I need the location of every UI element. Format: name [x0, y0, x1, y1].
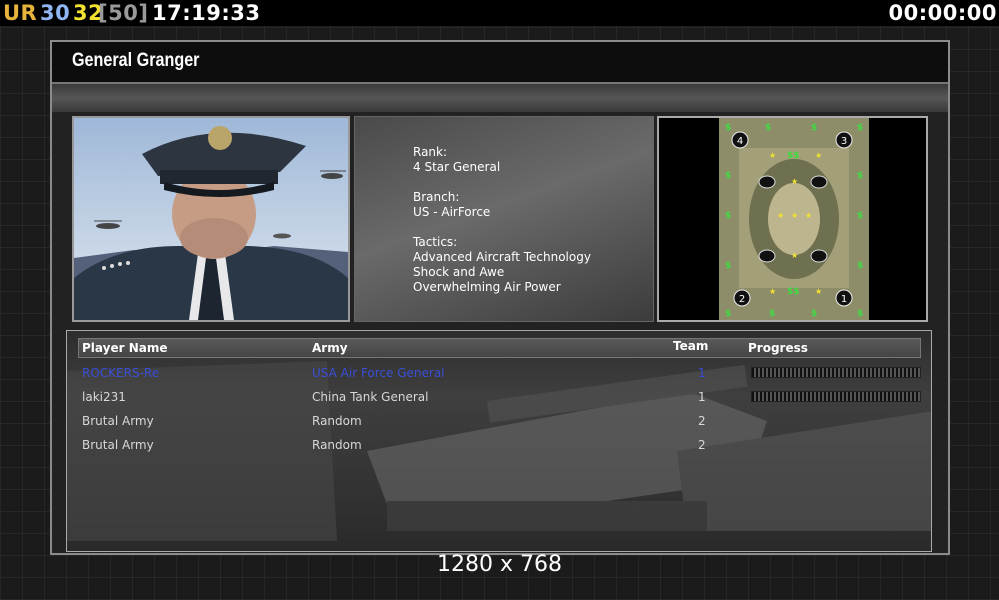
svg-text:$: $: [725, 309, 731, 319]
general-portrait: [72, 116, 350, 322]
tactic-item: Overwhelming Air Power: [413, 280, 561, 294]
decorative-strip: [52, 84, 948, 112]
player-name: laki231: [82, 390, 126, 404]
tank-background-art: [67, 361, 931, 541]
player-army: China Tank General: [312, 390, 429, 404]
svg-text:$: $: [811, 123, 817, 133]
clock: 17:19:33: [152, 1, 261, 25]
player-team: 1: [698, 366, 706, 380]
map-preview: $ $ $ $ $ $ $ $ $ $ $ $ $ $ $$$$ ★ ★★ ★★ ★ ★★ ★ 4 3 …: [719, 118, 869, 320]
player-team: 2: [698, 438, 706, 452]
svg-text:2: 2: [739, 294, 745, 305]
general-info-panel: Rank: 4 Star General Branch: US - AirFor…: [354, 116, 654, 322]
player-name: Brutal Army: [82, 414, 154, 428]
players-table-background: [66, 330, 932, 552]
header-team: Team: [673, 339, 709, 353]
svg-text:$: $: [857, 211, 863, 221]
helicopter-icon: [273, 233, 291, 239]
branch-label: Branch:: [413, 190, 460, 204]
svg-text:★: ★: [791, 251, 798, 260]
player-team: 2: [698, 414, 706, 428]
svg-text:★: ★: [791, 177, 798, 186]
rank-value: 4 Star General: [413, 160, 501, 174]
svg-text:$: $: [769, 309, 775, 319]
hud-value-a: 30: [40, 1, 71, 25]
svg-text:$: $: [725, 261, 731, 271]
svg-text:$: $: [811, 309, 817, 319]
progress-bar: [751, 367, 921, 378]
svg-text:★: ★: [769, 151, 776, 160]
hud-bar: UR 30 32 [50] 17:19:33 00:00:00: [0, 0, 999, 26]
player-team: 1: [698, 390, 706, 404]
player-name: ROCKERS-Re: [82, 366, 160, 380]
rank-label: Rank:: [413, 145, 448, 159]
svg-text:★: ★: [805, 211, 812, 220]
minimap: $ $ $ $ $ $ $ $ $ $ $ $ $ $ $$ $$ ★ ★ ★ ★ ★ ★ ★ ★ ★ 4 3 …: [657, 116, 928, 322]
svg-text:★: ★: [769, 287, 776, 296]
svg-text:$$: $$: [787, 287, 800, 297]
svg-text:1: 1: [841, 294, 847, 305]
svg-text:$: $: [857, 261, 863, 271]
svg-text:★: ★: [791, 211, 798, 220]
svg-text:$: $: [765, 123, 771, 133]
game-timer: 00:00:00: [888, 1, 997, 25]
svg-text:$: $: [725, 171, 731, 181]
svg-text:$: $: [857, 171, 863, 181]
hud-value-c: [50]: [98, 1, 149, 25]
svg-text:★: ★: [815, 151, 822, 160]
player-army: Random: [312, 438, 362, 452]
svg-text:3: 3: [841, 136, 847, 147]
progress-bar: [751, 391, 921, 402]
svg-text:★: ★: [777, 211, 784, 220]
ur-label: UR: [3, 1, 38, 25]
header-army: Army: [312, 341, 348, 355]
player-army: Random: [312, 414, 362, 428]
tactic-item: Shock and Awe: [413, 265, 505, 279]
svg-text:$: $: [857, 309, 863, 319]
start-position-4: 4: [731, 131, 749, 149]
svg-text:$: $: [725, 211, 731, 221]
svg-text:$: $: [725, 123, 731, 133]
branch-value: US - AirForce: [413, 205, 491, 219]
svg-text:4: 4: [737, 136, 743, 147]
start-position-2: 2: [733, 289, 751, 307]
svg-text:$$: $$: [787, 151, 800, 161]
resolution-label: 1280 x 768: [437, 552, 562, 577]
tactic-item: Advanced Aircraft Technology: [413, 250, 591, 264]
svg-text:★: ★: [815, 287, 822, 296]
start-position-1: 1: [835, 289, 853, 307]
title-bar: General Granger: [52, 42, 948, 84]
player-army: USA Air Force General: [312, 366, 445, 380]
tactics-label: Tactics:: [413, 235, 458, 249]
svg-text:$: $: [857, 123, 863, 133]
start-position-3: 3: [835, 131, 853, 149]
general-title: General Granger: [72, 50, 200, 71]
header-progress: Progress: [748, 341, 808, 355]
header-player-name: Player Name: [82, 341, 168, 355]
player-name: Brutal Army: [82, 438, 154, 452]
